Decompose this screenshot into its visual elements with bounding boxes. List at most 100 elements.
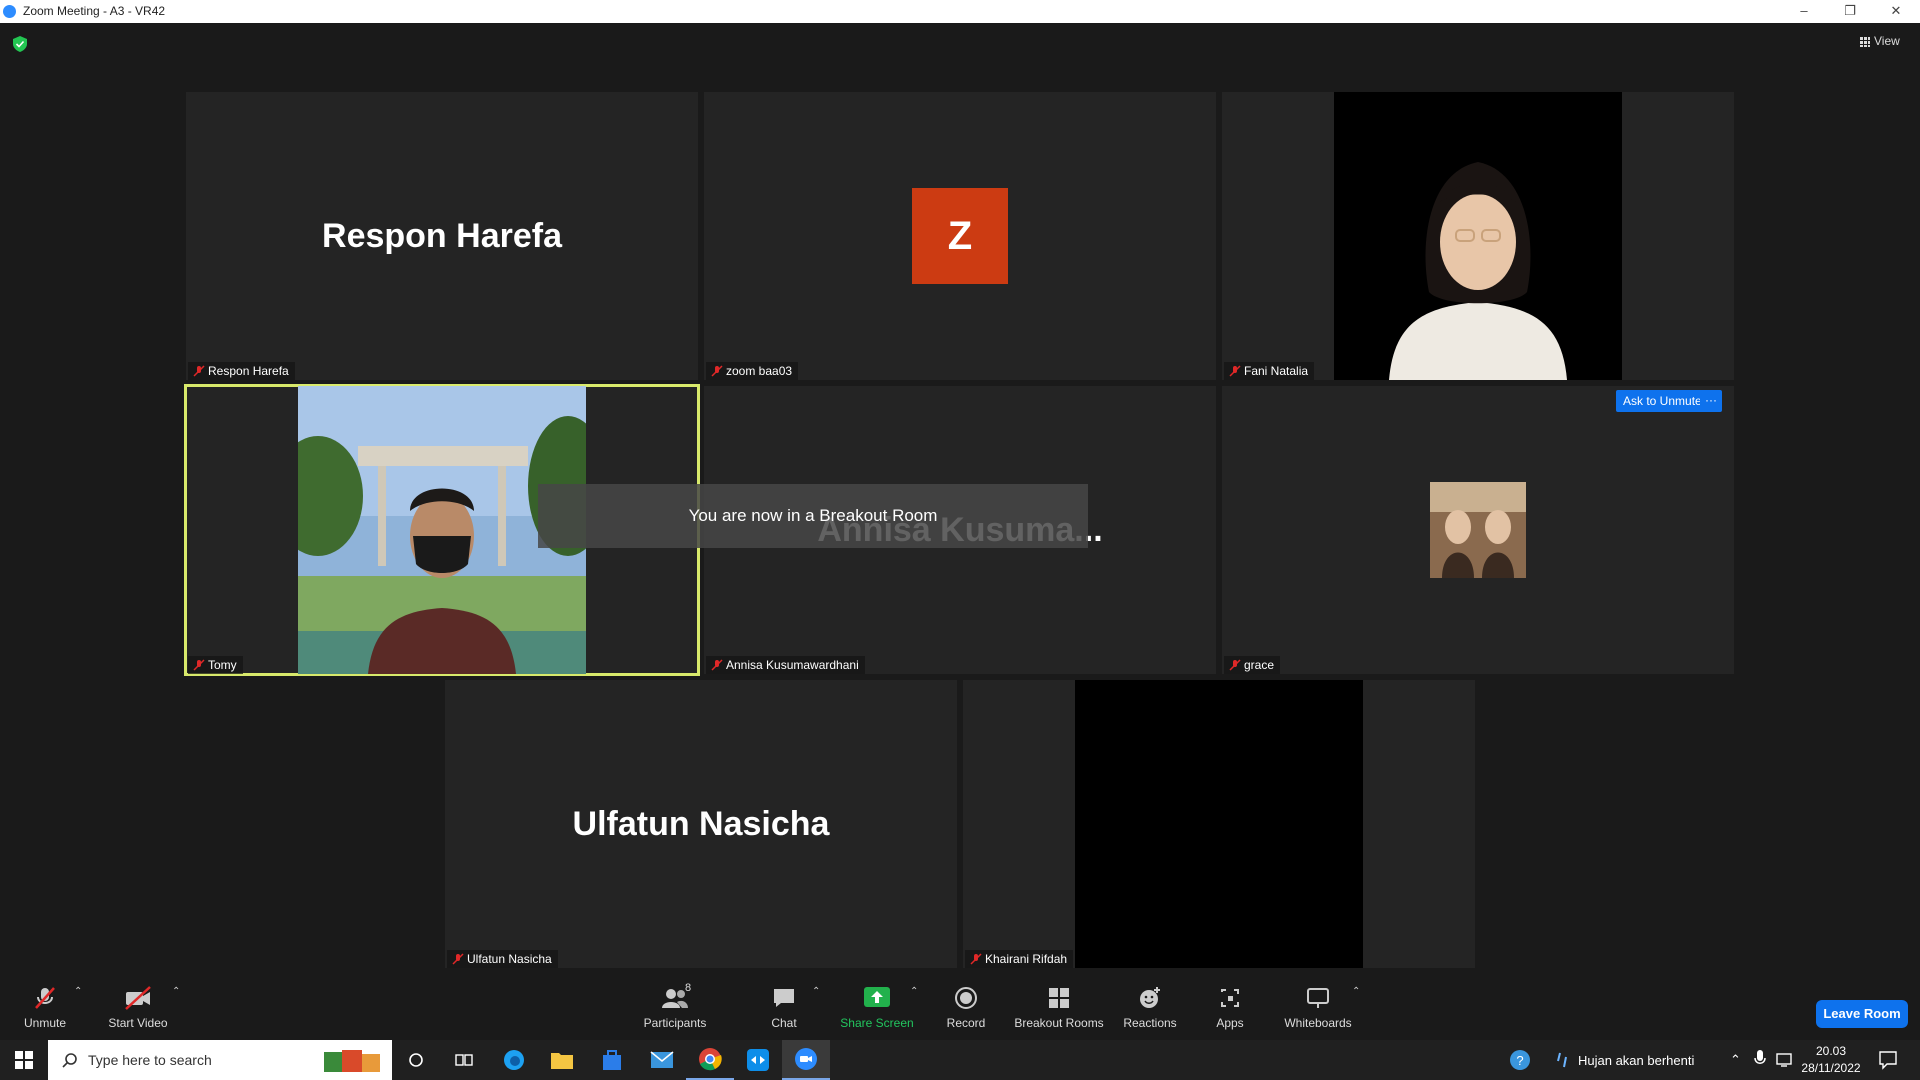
muted-mic-icon — [452, 953, 464, 965]
notifications-icon[interactable] — [1878, 1050, 1898, 1075]
mail-icon — [650, 1051, 674, 1068]
whiteboard-options-chevron-icon[interactable]: ⌃ — [1352, 986, 1360, 997]
video-tile-ulfatun-nasicha[interactable]: Ulfatun Nasicha Ulfatun Nasicha — [445, 680, 957, 968]
record-icon — [955, 987, 977, 1009]
whiteboard-icon — [1307, 988, 1329, 1008]
audio-options-chevron-icon[interactable]: ⌃ — [74, 986, 82, 997]
participant-video — [1075, 680, 1363, 968]
taskbar-search-input[interactable]: Type here to search — [48, 1040, 392, 1080]
muted-mic-icon — [1229, 365, 1241, 377]
display-name: Ulfatun Nasicha — [572, 804, 830, 843]
grid-view-icon — [1860, 36, 1870, 47]
close-button[interactable]: ✕ — [1878, 1, 1914, 21]
taskbar-teamviewer[interactable] — [734, 1040, 782, 1080]
muted-mic-icon — [35, 987, 55, 1009]
muted-mic-icon — [1229, 659, 1241, 671]
chat-icon — [774, 989, 794, 1007]
participant-label: Annisa Kusumawardhani — [706, 656, 865, 674]
muted-mic-icon — [711, 365, 723, 377]
unmute-button[interactable]: Unmute — [14, 986, 76, 1030]
participant-count: 8 — [685, 982, 692, 994]
shield-icon[interactable] — [13, 36, 27, 52]
participant-label: Fani Natalia — [1224, 362, 1315, 380]
video-tile-fani-natalia[interactable]: Fani Natalia — [1222, 92, 1734, 380]
participant-label: zoom baa03 — [706, 362, 799, 380]
zoom-app-icon — [795, 1048, 817, 1070]
video-tile-khairani-rifdah[interactable]: Khairani Rifdah — [963, 680, 1475, 968]
share-screen-icon — [864, 987, 890, 1007]
participant-video — [1334, 92, 1622, 380]
taskbar-chrome[interactable] — [686, 1040, 734, 1080]
chat-options-chevron-icon[interactable]: ⌃ — [812, 986, 820, 997]
chat-button[interactable]: Chat — [764, 986, 804, 1030]
view-button[interactable]: View — [1860, 34, 1900, 48]
person-video-image — [1389, 162, 1567, 380]
taskbar-zoom[interactable] — [782, 1040, 830, 1080]
restore-button[interactable]: ❐ — [1832, 1, 1868, 21]
video-off-icon — [125, 986, 151, 1010]
task-view-button[interactable] — [440, 1040, 488, 1080]
weather-widget[interactable]: Hujan akan berhenti — [1556, 1040, 1694, 1080]
task-view-icon — [455, 1054, 473, 1066]
muted-mic-icon — [193, 659, 205, 671]
apps-icon — [1221, 989, 1239, 1007]
taskbar-edge[interactable] — [490, 1040, 538, 1080]
microphone-tray-icon[interactable] — [1754, 1050, 1766, 1073]
taskbar-file-explorer[interactable] — [538, 1040, 586, 1080]
store-icon — [603, 1050, 621, 1070]
svg-text:?: ? — [1516, 1053, 1523, 1068]
network-icon[interactable] — [1776, 1052, 1794, 1073]
participant-label: Tomy — [188, 656, 243, 674]
more-options-button[interactable]: ··· — [1700, 390, 1722, 412]
leave-room-button[interactable]: Leave Room — [1816, 1000, 1908, 1028]
muted-mic-icon — [193, 365, 205, 377]
record-button[interactable]: Record — [944, 986, 988, 1030]
participant-label: grace — [1224, 656, 1281, 674]
avatar: Z — [912, 188, 1008, 284]
rain-weather-icon — [1557, 1052, 1567, 1068]
windows-start-button[interactable] — [0, 1040, 48, 1080]
window-titlebar: Zoom Meeting - A3 - VR42 – ❐ ✕ — [0, 0, 1920, 23]
profile-picture — [1430, 482, 1526, 578]
video-tile-grace[interactable]: grace — [1222, 386, 1734, 674]
cortana-icon — [409, 1053, 423, 1067]
taskbar-clock[interactable]: 20.03 28/11/2022 — [1796, 1043, 1866, 1077]
show-hidden-icons-chevron-icon[interactable]: ⌃ — [1730, 1052, 1741, 1068]
video-tile-zoom-baa03[interactable]: Z zoom baa03 — [704, 92, 1216, 380]
whiteboards-button[interactable]: Whiteboards — [1282, 986, 1354, 1030]
video-tile-respon-harefa[interactable]: Respon Harefa Respon Harefa — [186, 92, 698, 380]
chrome-icon — [699, 1048, 722, 1071]
help-tray-button[interactable]: ? — [1496, 1040, 1544, 1080]
display-name: Respon Harefa — [322, 216, 562, 255]
taskbar-store[interactable] — [588, 1040, 636, 1080]
ask-to-unmute-button[interactable]: Ask to Unmute — [1616, 390, 1709, 412]
cortana-button[interactable] — [392, 1040, 440, 1080]
apps-button[interactable]: Apps — [1210, 986, 1250, 1030]
participants-button[interactable]: 8 Participants — [640, 982, 710, 1030]
video-options-chevron-icon[interactable]: ⌃ — [172, 986, 180, 997]
breakout-rooms-icon — [1049, 988, 1069, 1008]
teamviewer-icon — [747, 1049, 769, 1071]
meeting-toolbar: Unmute ⌃ Start Video ⌃ 8 Participants Ch… — [0, 976, 1920, 1040]
window-title: Zoom Meeting - A3 - VR42 — [23, 4, 166, 18]
reactions-icon — [1140, 987, 1160, 1008]
breakout-room-notification: You are now in a Breakout Room — [538, 484, 1088, 548]
share-options-chevron-icon[interactable]: ⌃ — [910, 986, 918, 997]
minimize-button[interactable]: – — [1786, 1, 1822, 21]
search-icon — [62, 1053, 77, 1068]
muted-mic-icon — [711, 659, 723, 671]
breakout-rooms-button[interactable]: Breakout Rooms — [1014, 986, 1104, 1030]
start-video-button[interactable]: Start Video — [104, 986, 172, 1030]
muted-mic-icon — [970, 953, 982, 965]
folder-icon — [551, 1053, 573, 1069]
windows-logo-icon — [15, 1051, 33, 1069]
windows-taskbar: Type here to search ? Hujan akan berhent… — [0, 1040, 1920, 1080]
help-icon: ? — [1510, 1050, 1530, 1070]
reactions-button[interactable]: Reactions — [1122, 986, 1178, 1030]
participant-label: Khairani Rifdah — [965, 950, 1074, 968]
participant-label: Respon Harefa — [188, 362, 295, 380]
share-screen-button[interactable]: Share Screen — [840, 986, 914, 1030]
edge-icon — [504, 1050, 524, 1070]
search-highlight-image — [324, 1050, 380, 1072]
taskbar-mail[interactable] — [638, 1040, 686, 1080]
